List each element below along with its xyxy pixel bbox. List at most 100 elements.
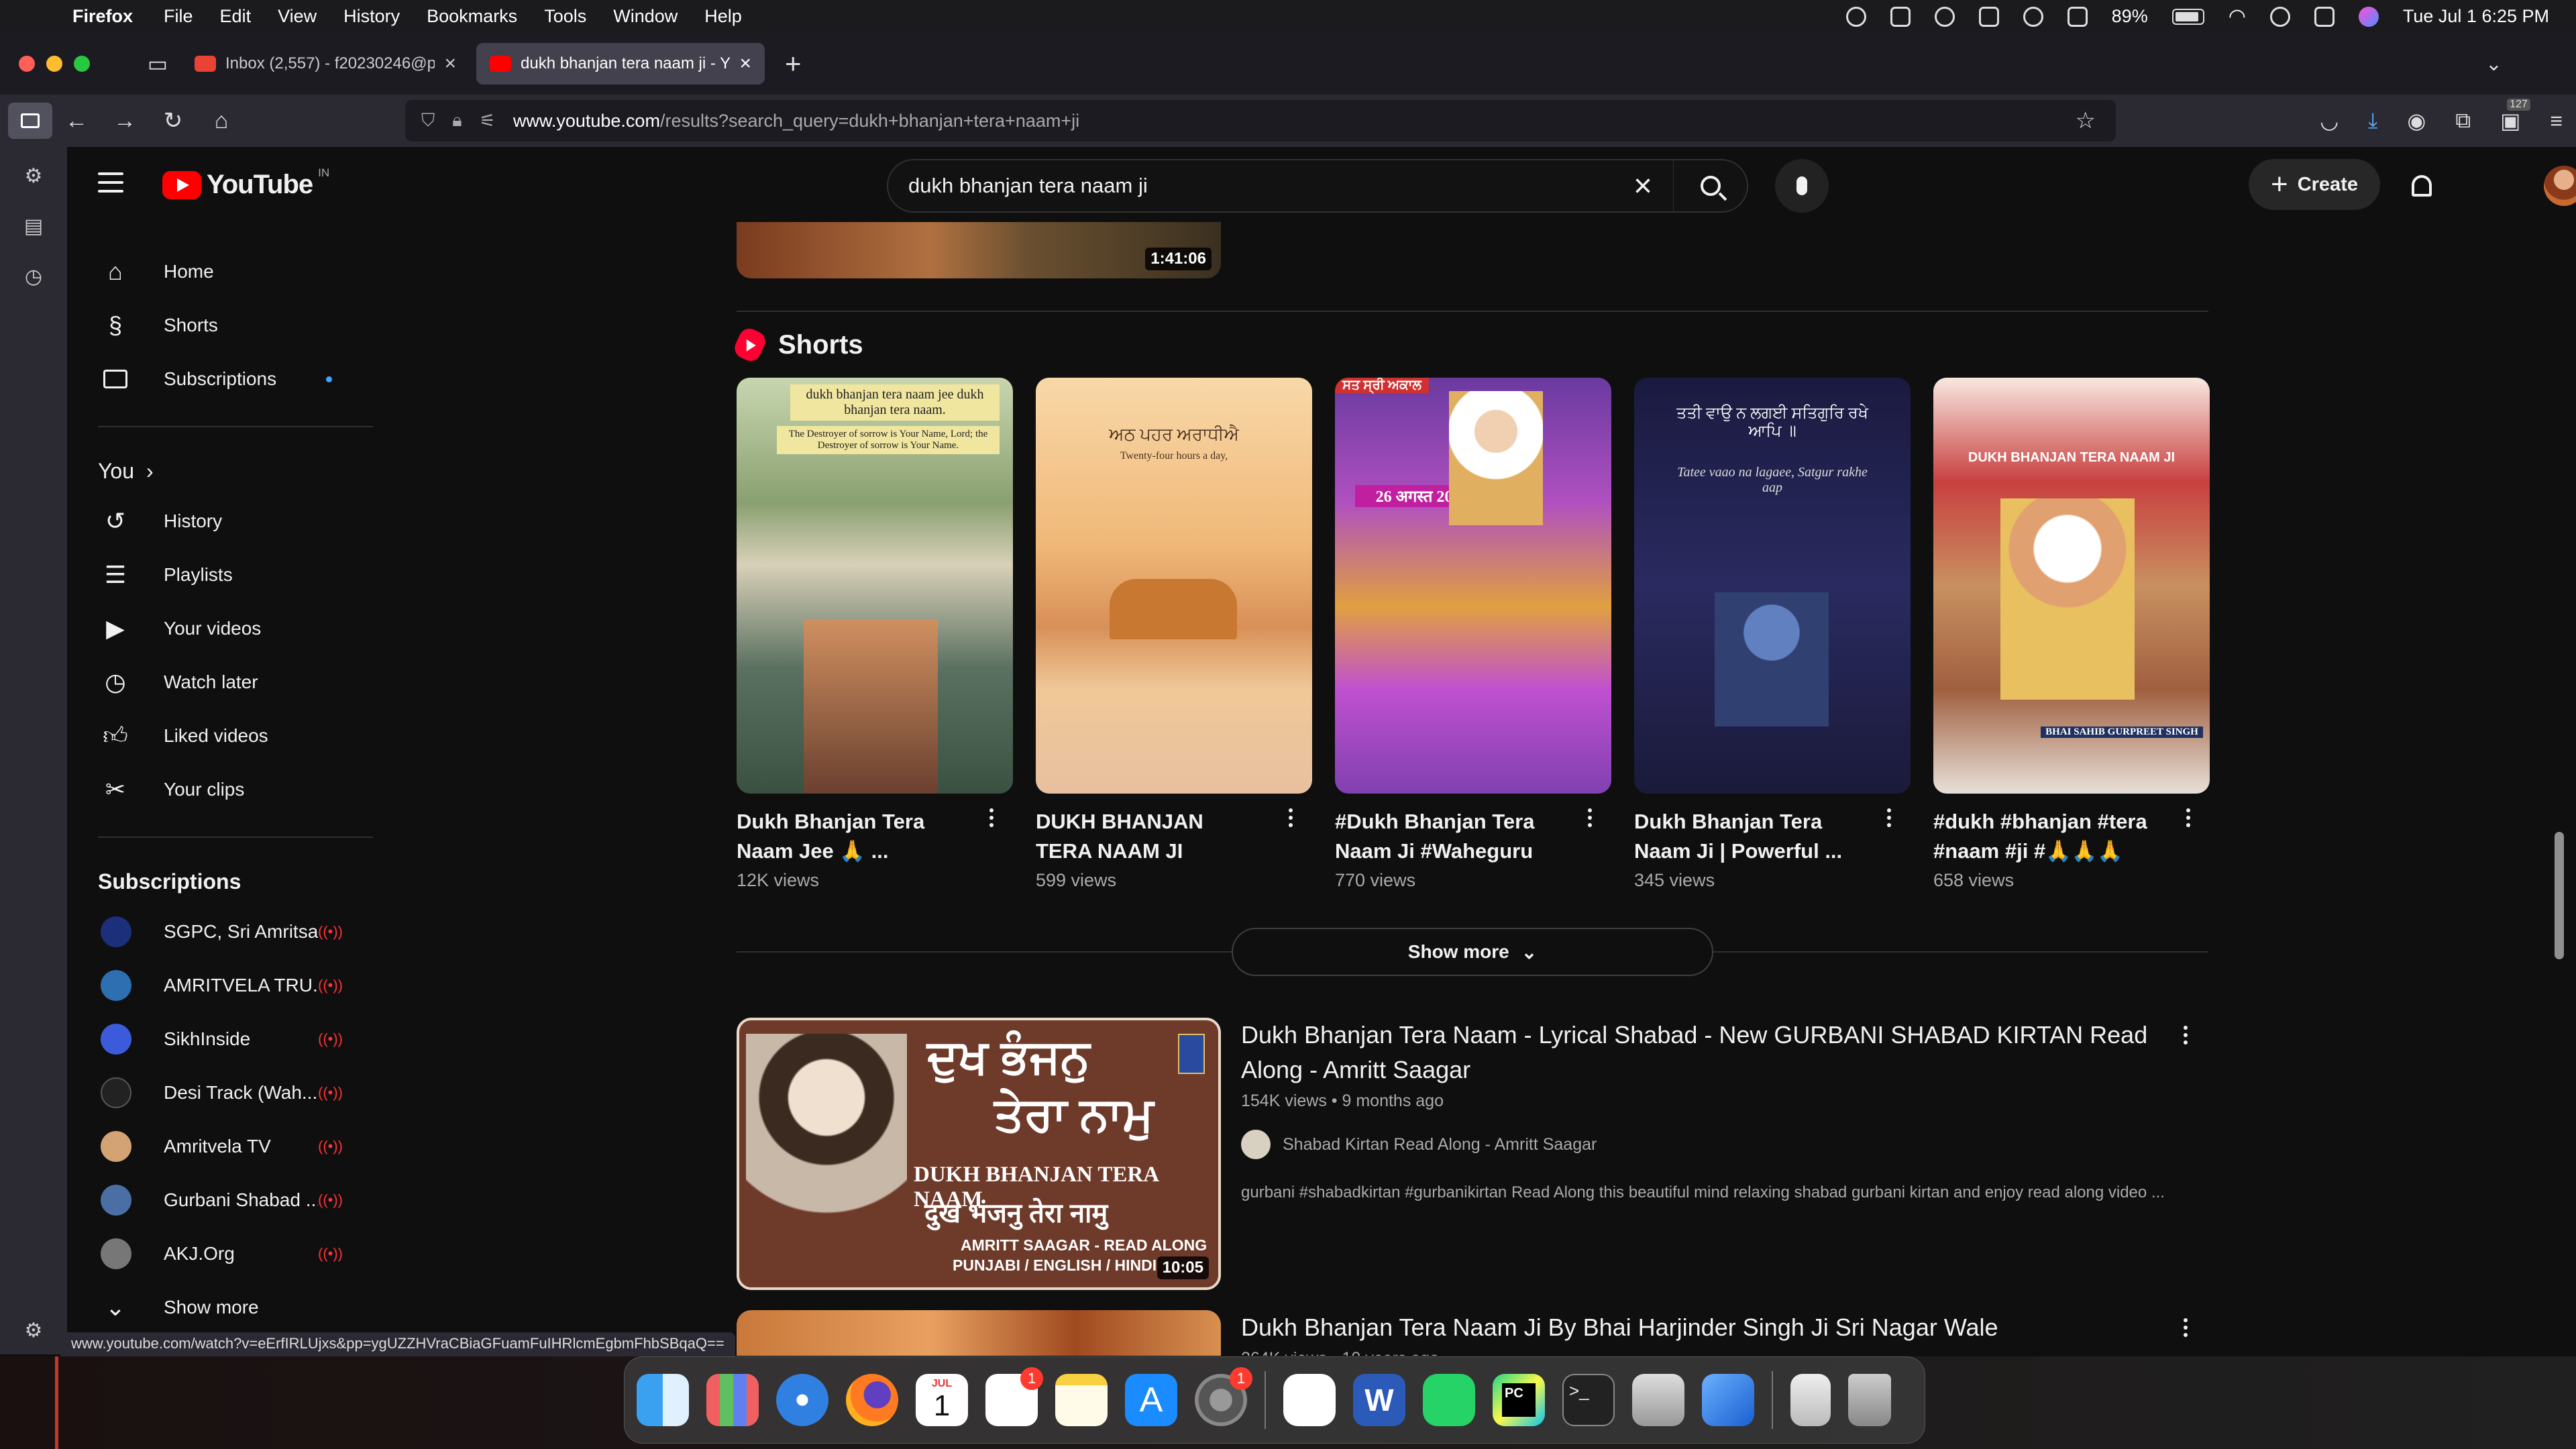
tab-overview-icon[interactable]: ▭ — [134, 51, 181, 76]
short-title[interactable]: Dukh Bhanjan Tera Naam Jee 🙏 ... — [737, 807, 958, 866]
close-tab-icon[interactable]: × — [739, 52, 751, 75]
documents-folder-icon[interactable] — [1790, 1374, 1831, 1426]
app-status-icon[interactable] — [1890, 6, 1911, 27]
short-card[interactable]: ਅਠ ਪਹਰ ਅਰਾਧੀਐ Twenty-four hours a day, D… — [1036, 378, 1312, 891]
subscription-item[interactable]: AKJ.Org ((•)) — [67, 1227, 373, 1281]
subscriptions-show-more[interactable]: ⌄ Show more — [67, 1281, 373, 1334]
list-all-tabs-icon[interactable]: ⌄ — [2485, 52, 2502, 76]
create-button[interactable]: + Create — [2249, 159, 2380, 210]
more-actions-icon[interactable] — [2172, 1022, 2199, 1049]
short-thumbnail[interactable]: ਸਤ ਸ੍ਰੀ ਅਕਾਲ 26 अगस्त 2024 — [1335, 378, 1611, 794]
spotlight-icon[interactable] — [2269, 6, 2290, 27]
account-icon[interactable]: ◉ — [2407, 108, 2426, 133]
app-menu-icon[interactable]: ≡ — [2550, 109, 2563, 133]
terminal-icon[interactable]: >_ — [1562, 1374, 1615, 1426]
short-card[interactable]: ਸਤ ਸ੍ਰੀ ਅਕਾਲ 26 अगस्त 2024 #Dukh Bhanjan… — [1335, 378, 1611, 891]
guide-item-subscriptions[interactable]: Subscriptions — [67, 352, 373, 406]
menu-app-name[interactable]: Firefox — [72, 6, 133, 27]
app-store-icon[interactable]: A — [1125, 1374, 1177, 1426]
new-tab-button[interactable]: + — [785, 48, 802, 80]
shorts-show-more-button[interactable]: Show more ⌄ — [1232, 928, 1713, 976]
short-thumbnail[interactable]: ਅਠ ਪਹਰ ਅਰਾਧੀਐ Twenty-four hours a day, — [1036, 378, 1312, 794]
short-title[interactable]: DUKH BHANJAN TERA NAAM JI — [1036, 807, 1257, 866]
extension-badge-icon[interactable]: ▣ 127 — [2500, 99, 2530, 133]
tab-gmail[interactable]: Inbox (2,557) - f20230246@pil... × — [181, 43, 470, 85]
launchpad-icon[interactable] — [706, 1374, 759, 1426]
contrast-status-icon[interactable] — [2023, 6, 2043, 27]
menubar-clock[interactable]: Tue Jul 1 6:25 PM — [2403, 6, 2549, 27]
wifi-icon[interactable]: ◠ — [2229, 5, 2246, 28]
close-window-button[interactable] — [19, 56, 35, 72]
video-title[interactable]: Dukh Bhanjan Tera Naam Ji By Bhai Harjin… — [1241, 1310, 2180, 1345]
short-thumbnail[interactable]: dukh bhanjan tera naam jee dukh bhanjan … — [737, 378, 1013, 794]
menu-window[interactable]: Window — [613, 6, 678, 27]
subscription-item[interactable]: Desi Track (Wah... ((•)) — [67, 1066, 373, 1120]
video-title[interactable]: Dukh Bhanjan Tera Naam - Lyrical Shabad … — [1241, 1018, 2180, 1087]
voice-search-button[interactable] — [1775, 159, 1829, 213]
lock-icon[interactable]: 🔒︎ — [452, 110, 462, 131]
back-button[interactable]: ← — [52, 108, 101, 134]
search-input[interactable] — [888, 174, 1613, 198]
short-card[interactable]: dukh bhanjan tera naam jee dukh bhanjan … — [737, 378, 1013, 891]
menu-history[interactable]: History — [343, 6, 400, 27]
video-channel[interactable]: Shabad Kirtan Read Along - Amritt Saagar — [1241, 1130, 2180, 1159]
finder-icon[interactable] — [637, 1374, 689, 1426]
word-icon[interactable]: W — [1353, 1374, 1405, 1426]
short-title[interactable]: #dukh #bhanjan #tera #naam #ji #🙏🙏🙏 — [1933, 807, 2155, 866]
reload-button[interactable]: ↻ — [149, 107, 197, 134]
guide-item-history[interactable]: ↺ History — [67, 494, 373, 548]
preview-icon[interactable] — [1632, 1374, 1684, 1426]
siri-icon[interactable] — [2358, 6, 2379, 27]
pocket-icon[interactable]: ◡ — [2320, 108, 2339, 133]
permissions-icon[interactable]: ⚟ — [480, 111, 496, 131]
short-title[interactable]: Dukh Bhanjan Tera Naam Ji | Powerful ... — [1634, 807, 1856, 866]
more-actions-icon[interactable] — [1876, 804, 1902, 831]
zoom-window-button[interactable] — [74, 56, 90, 72]
sidebar-toggle-button[interactable] — [8, 103, 52, 139]
safari-icon[interactable] — [776, 1374, 828, 1426]
reminders-icon[interactable]: 1 — [985, 1367, 1043, 1426]
menu-bookmarks[interactable]: Bookmarks — [427, 6, 517, 27]
youtube-logo[interactable]: YouTube IN — [162, 166, 329, 200]
synced-tabs-icon[interactable]: ▤ — [24, 215, 43, 238]
menu-edit[interactable]: Edit — [220, 6, 252, 27]
subscription-item[interactable]: AMRITVELA TRU... ((•)) — [67, 959, 373, 1012]
shield-icon[interactable]: ⛉ — [421, 110, 435, 131]
xcode-icon[interactable] — [1702, 1374, 1754, 1426]
more-actions-icon[interactable] — [1277, 804, 1304, 831]
calendar-icon[interactable]: JUL 1 — [916, 1374, 968, 1426]
trash-icon[interactable] — [1848, 1374, 1891, 1426]
play-status-icon[interactable] — [1934, 6, 1955, 27]
account-avatar[interactable] — [2544, 166, 2576, 206]
chatgpt-status-icon[interactable] — [1845, 6, 1866, 27]
subscription-item[interactable]: SGPC, Sri Amritsar ((•)) — [67, 905, 373, 959]
menu-view[interactable]: View — [278, 6, 317, 27]
clear-search-icon[interactable]: × — [1613, 168, 1673, 205]
battery-icon[interactable] — [2171, 8, 2204, 25]
pycharm-icon[interactable]: PC — [1493, 1374, 1545, 1426]
sidebar-history-icon[interactable]: ◷ — [25, 265, 42, 288]
channel-name[interactable]: Shabad Kirtan Read Along - Amritt Saagar — [1283, 1135, 1597, 1155]
video-thumbnail[interactable]: ਦੁਖ ਭੰਜਨੁ ਤੇਰਾ ਨਾਮੁ DUKH BHANJAN TERA NA… — [737, 1018, 1221, 1290]
chatgpt-icon[interactable] — [1283, 1374, 1336, 1426]
more-actions-icon[interactable] — [2175, 804, 2202, 831]
search-button[interactable] — [1673, 160, 1747, 211]
video-thumbnail[interactable] — [737, 1310, 1221, 1356]
downloads-icon[interactable]: ⤓ — [2368, 108, 2377, 133]
guide-item-home[interactable]: ⌂ Home — [67, 245, 373, 299]
short-title[interactable]: #Dukh Bhanjan Tera Naam Ji #Waheguru ji.… — [1335, 807, 1556, 866]
more-actions-icon[interactable] — [978, 804, 1005, 831]
guide-item-watch-later[interactable]: ◷ Watch later — [67, 655, 373, 709]
guide-item-playlists[interactable]: ☰ Playlists — [67, 548, 373, 602]
guide-item-your-videos[interactable]: ▶ Your videos — [67, 602, 373, 655]
home-button[interactable]: ⌂ — [197, 108, 246, 134]
subscription-item[interactable]: SikhInside ((•)) — [67, 1012, 373, 1066]
video-thumbnail[interactable]: 1:41:06 — [737, 222, 1221, 278]
guide-you-link[interactable]: You › — [67, 447, 373, 494]
menu-file[interactable]: File — [164, 6, 193, 27]
menu-help[interactable]: Help — [704, 6, 742, 27]
subscription-item[interactable]: Amritvela TV ((•)) — [67, 1120, 373, 1173]
extensions-icon[interactable]: ⧉ — [2455, 108, 2471, 133]
short-thumbnail[interactable]: ਤਤੀ ਵਾਉ ਨ ਲਗਈ ਸਤਿਗੁਰਿ ਰਖੇ ਆਪਿ ॥ Tatee va… — [1634, 378, 1911, 794]
layers-status-icon[interactable] — [2067, 6, 2088, 27]
